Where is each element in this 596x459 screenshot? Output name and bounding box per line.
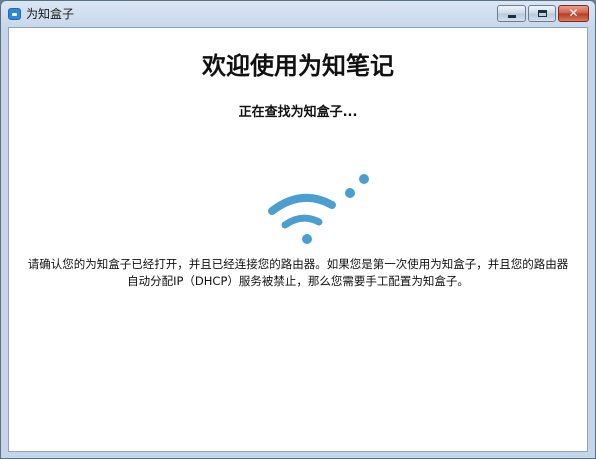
wifi-trail-dot-2	[359, 174, 369, 184]
main-content: 欢迎使用为知笔记 正在查找为知盒子... 请确认您的为知盒子已经打开，并且已经连…	[8, 27, 588, 452]
instructions-line-2: 自动分配IP（DHCP）服务被禁止，那么您需要手工配置为知盒子。	[127, 274, 469, 288]
title-bar[interactable]: 为知盒子 ✕	[1, 1, 595, 27]
minimize-icon	[508, 15, 516, 18]
wifi-inner-arc	[281, 214, 323, 229]
maximize-icon	[538, 10, 547, 17]
instructions-line-1: 请确认您的为知盒子已经打开，并且已经连接您的路由器。如果您是第一次使用为知盒子，…	[27, 257, 569, 271]
maximize-button[interactable]	[528, 5, 556, 22]
app-icon	[8, 8, 21, 20]
close-button[interactable]: ✕	[558, 5, 589, 22]
welcome-heading: 欢迎使用为知笔记	[202, 52, 394, 80]
wifi-searching-icon	[268, 174, 369, 244]
wifi-outer-arc	[268, 193, 336, 215]
wifi-trail-dot-1	[345, 188, 355, 198]
status-text: 正在查找为知盒子...	[238, 105, 358, 120]
wifi-center-dot	[302, 234, 312, 244]
minimize-button[interactable]	[497, 5, 526, 22]
app-window: 为知盒子 ✕ 欢迎使用为知笔记 正在查找为知盒子... 请确认您的为知盒子已经打…	[0, 0, 596, 459]
close-icon: ✕	[568, 6, 579, 20]
window-title: 为知盒子	[26, 7, 75, 21]
instructions-text: 请确认您的为知盒子已经打开，并且已经连接您的路由器。如果您是第一次使用为知盒子，…	[13, 256, 583, 290]
